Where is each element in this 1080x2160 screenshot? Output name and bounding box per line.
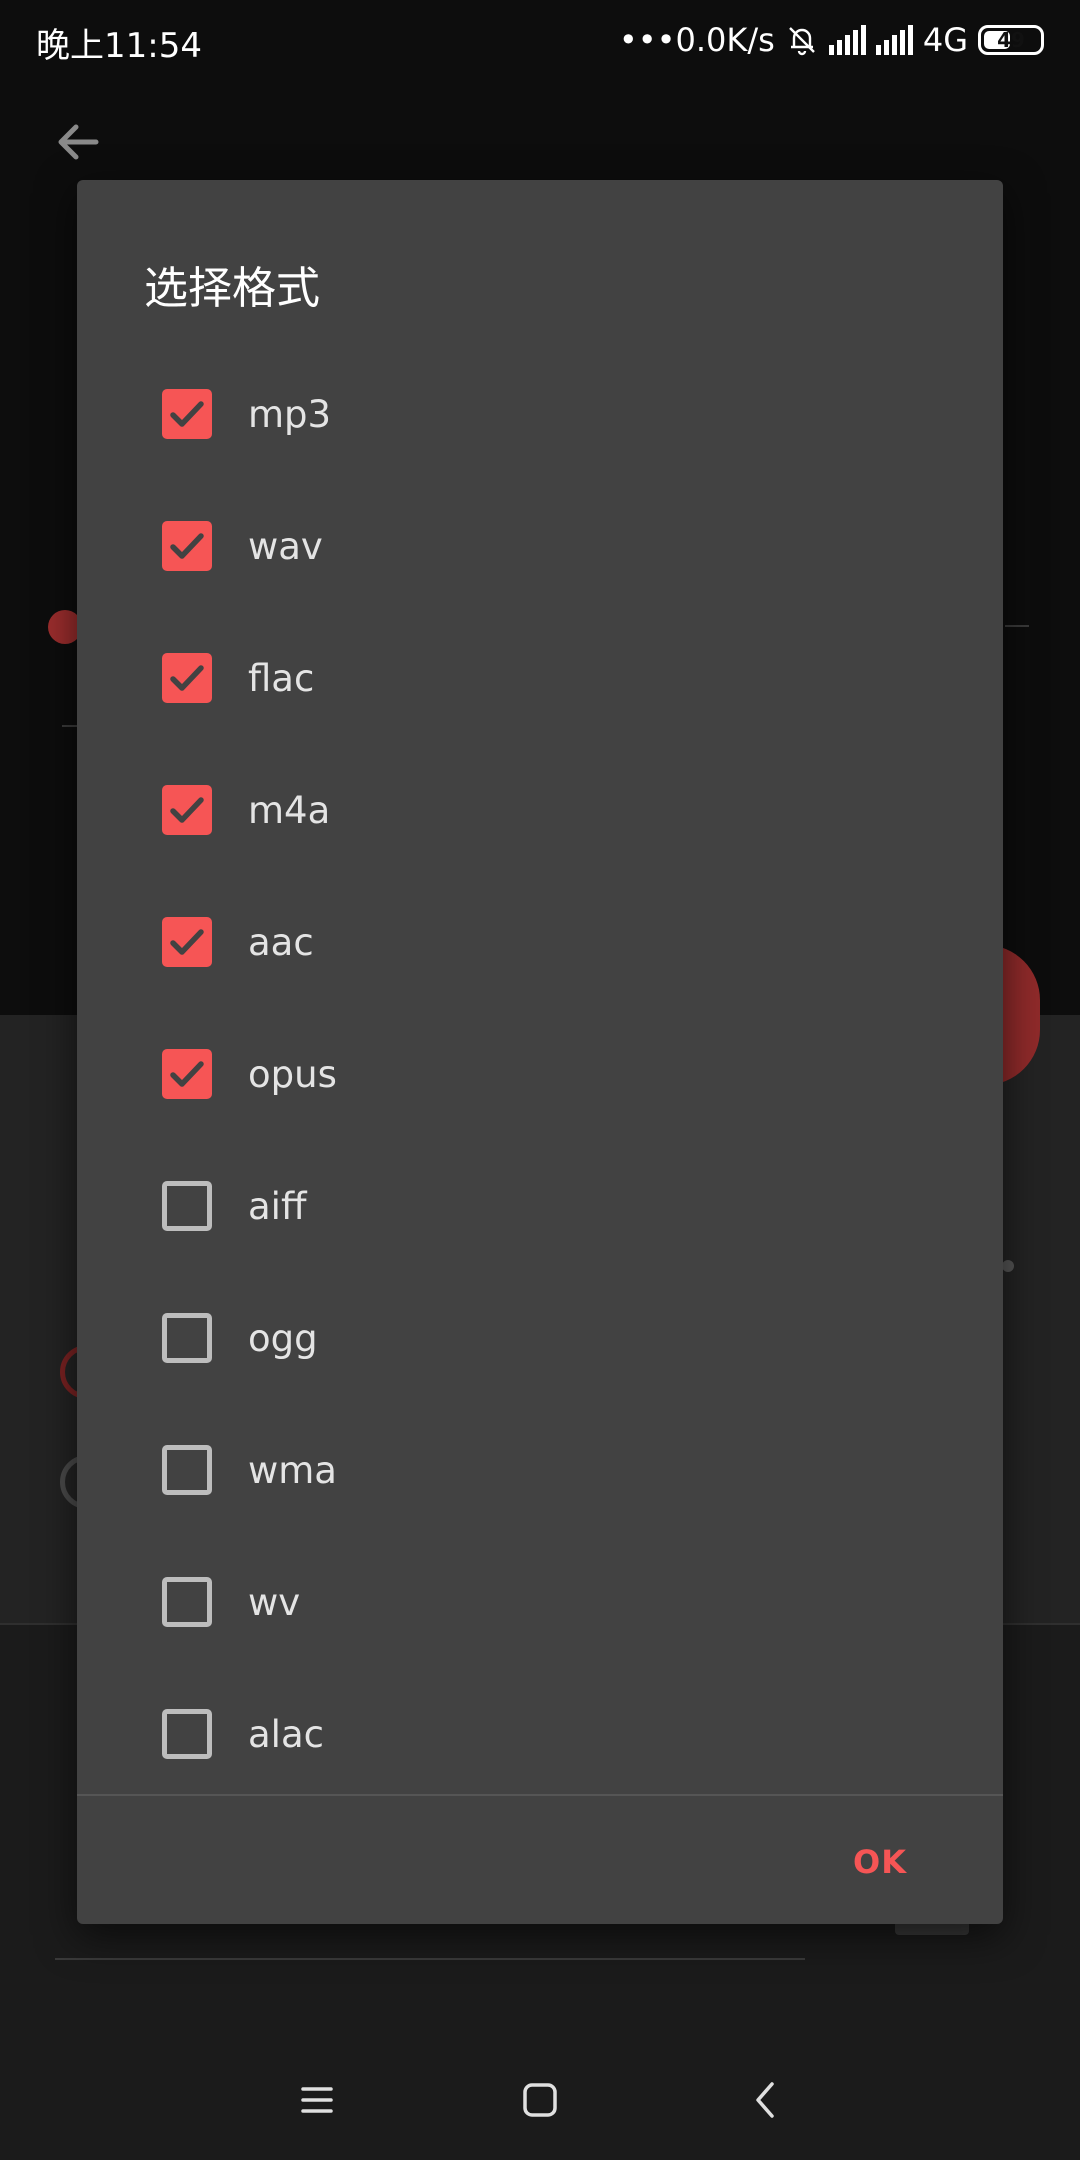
battery-icon: 49 [978, 25, 1044, 55]
format-option-label: wv [248, 1581, 301, 1624]
chevron-left-icon[interactable] [736, 2070, 796, 2130]
network-type: 4G [922, 21, 968, 59]
format-option-label: mp3 [248, 393, 332, 436]
signal-icon [875, 25, 913, 55]
navigation-bar [0, 2040, 1080, 2160]
format-option[interactable]: wav [77, 482, 1003, 614]
background-line [1005, 625, 1029, 627]
status-indicators: •••0.0K/s 4G 49 [619, 16, 1044, 64]
dialog-divider [77, 1794, 1003, 1796]
background-input-underline [55, 1958, 805, 1960]
ok-button[interactable]: OK [847, 1835, 913, 1889]
background-slider-thumb [1002, 1260, 1014, 1272]
format-dialog: 选择格式 mp3 wav flac m4a aac opus aiff ogg … [77, 180, 1003, 1924]
checkbox[interactable] [162, 653, 212, 703]
format-option-label: ogg [248, 1317, 318, 1360]
check-icon [170, 1061, 204, 1087]
format-option[interactable]: m4a [77, 746, 1003, 878]
check-icon [170, 665, 204, 691]
format-option-label: wma [248, 1449, 337, 1492]
status-bar: 晚上11:54 •••0.0K/s 4G 49 [0, 0, 1080, 80]
format-option[interactable]: mp3 [77, 350, 1003, 482]
checkbox[interactable] [162, 917, 212, 967]
checkbox[interactable] [162, 1049, 212, 1099]
format-option-label: wav [248, 525, 323, 568]
format-option[interactable]: ogg [77, 1274, 1003, 1406]
screen: 晚上11:54 •••0.0K/s 4G 49 选择格式 mp3 wav fla… [0, 0, 1080, 2160]
dialog-title: 选择格式 [144, 263, 320, 314]
status-time: 晚上11:54 [36, 26, 202, 66]
checkbox[interactable] [162, 389, 212, 439]
format-option[interactable]: wv [77, 1538, 1003, 1670]
format-option-label: opus [248, 1053, 337, 1096]
checkbox[interactable] [162, 1313, 212, 1363]
format-option[interactable]: aac [77, 878, 1003, 1010]
checkbox[interactable] [162, 521, 212, 571]
battery-level: 49 [997, 28, 1025, 52]
format-option-list: mp3 wav flac m4a aac opus aiff ogg wma w… [77, 350, 1003, 1802]
checkbox[interactable] [162, 785, 212, 835]
back-arrow-icon[interactable] [48, 112, 108, 172]
network-speed: •••0.0K/s [618, 21, 775, 59]
format-option-label: flac [248, 657, 315, 700]
checkbox[interactable] [162, 1577, 212, 1627]
check-icon [170, 797, 204, 823]
check-icon [170, 533, 204, 559]
check-icon [170, 401, 204, 427]
checkbox[interactable] [162, 1181, 212, 1231]
signal-icon [828, 25, 866, 55]
format-option-label: aac [248, 921, 314, 964]
format-option-label: m4a [248, 789, 331, 832]
format-option[interactable]: opus [77, 1010, 1003, 1142]
checkbox[interactable] [162, 1709, 212, 1759]
format-option[interactable]: wma [77, 1406, 1003, 1538]
format-option-label: alac [248, 1713, 324, 1756]
format-option[interactable]: flac [77, 614, 1003, 746]
menu-icon[interactable] [287, 2070, 347, 2130]
format-option[interactable]: aiff [77, 1142, 1003, 1274]
bell-off-icon [788, 27, 815, 56]
checkbox[interactable] [162, 1445, 212, 1495]
format-option-label: aiff [248, 1185, 307, 1228]
home-square-icon[interactable] [510, 2070, 570, 2130]
check-icon [170, 929, 204, 955]
format-option[interactable]: alac [77, 1670, 1003, 1802]
